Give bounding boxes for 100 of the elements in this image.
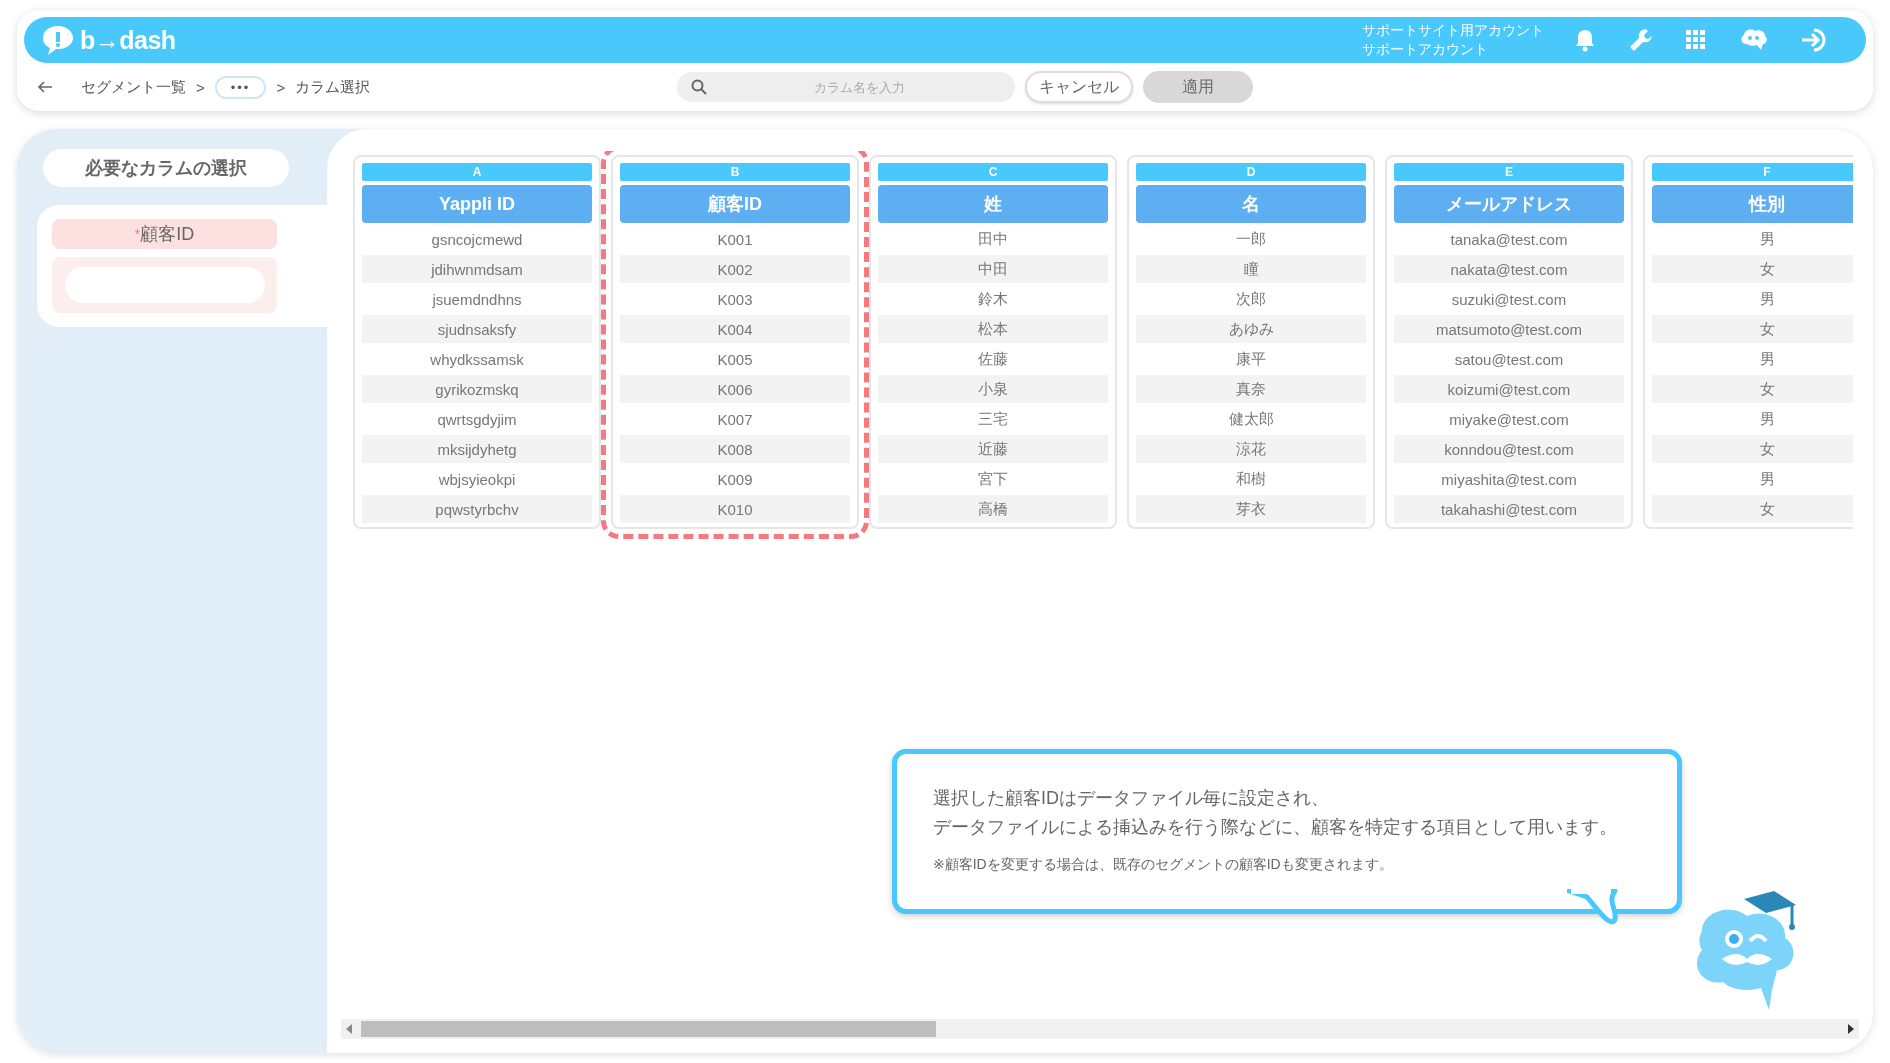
- scroll-left-icon[interactable]: [345, 1024, 353, 1034]
- table-cell: 高橋: [878, 495, 1108, 523]
- scrollbar-thumb[interactable]: [361, 1021, 936, 1037]
- grid-icon[interactable]: [1686, 30, 1706, 50]
- table-cell-text: 次郎: [1235, 288, 1267, 309]
- more-button[interactable]: •••: [214, 75, 267, 99]
- table-cell: 女: [1652, 255, 1853, 283]
- wrench-icon[interactable]: [1628, 27, 1654, 53]
- table-cell-text: K007: [716, 409, 754, 430]
- table-cell: 瞳: [1136, 255, 1366, 283]
- table-cell-text: 男: [1758, 468, 1776, 489]
- table-cell: 涼花: [1136, 435, 1366, 463]
- column-letter: F: [1652, 163, 1853, 181]
- table-cell-text: tanaka@test.com: [1449, 229, 1569, 250]
- table-cell: 中田: [878, 255, 1108, 283]
- table-cell-text: 田中: [977, 228, 1009, 249]
- table-cell: K008: [620, 435, 850, 463]
- table-cell: K010: [620, 495, 850, 523]
- column-header[interactable]: 性別: [1652, 185, 1853, 223]
- table-cell: 芽衣: [1136, 495, 1366, 523]
- table-cell-text: 三宅: [977, 408, 1009, 429]
- table-cell: 小泉: [878, 375, 1108, 403]
- column-header[interactable]: 名: [1136, 185, 1366, 223]
- table-cell-text: 男: [1758, 288, 1776, 309]
- table-cell-text: whydkssamsk: [429, 349, 525, 370]
- tooltip-note: ※顧客IDを変更する場合は、既存のセグメントの顧客IDも変更されます。: [933, 855, 1394, 874]
- speech-bubble-icon: [40, 24, 76, 56]
- column-letter: C: [878, 163, 1108, 181]
- scroll-right-icon[interactable]: [1847, 1024, 1855, 1034]
- table-cell-text: 一郎: [1235, 228, 1267, 249]
- column-header[interactable]: 姓: [878, 185, 1108, 223]
- table-cell: 女: [1652, 495, 1853, 523]
- column-letter: D: [1136, 163, 1366, 181]
- table-cell-text: 佐藤: [977, 348, 1009, 369]
- column-letter: A: [362, 163, 592, 181]
- breadcrumb-separator: >: [196, 78, 205, 96]
- breadcrumb-link[interactable]: セグメント一覧: [81, 77, 186, 97]
- table-cell: matsumoto@test.com: [1394, 315, 1624, 343]
- horizontal-scrollbar[interactable]: [341, 1019, 1859, 1039]
- table-cell: pqwstyrbchv: [362, 495, 592, 523]
- table-cell: gyrikozmskq: [362, 375, 592, 403]
- breadcrumb-current: カラム選択: [295, 77, 371, 97]
- table-cell-text: qwrtsgdyjim: [436, 409, 518, 430]
- bell-icon[interactable]: [1574, 28, 1596, 52]
- table-cell-text: jsuemdndhns: [431, 289, 523, 310]
- column-card[interactable]: D 名 一郎 瞳 次郎 あゆみ 康平 真奈 健太郎 涼花 和樹 芽衣: [1127, 155, 1375, 529]
- column-letter: E: [1394, 163, 1624, 181]
- tooltip-text: データファイルによる挿込みを行う際などに、顧客を特定する項目として用います。: [933, 816, 1618, 839]
- table-cell-text: K001: [716, 229, 754, 250]
- table-cell-text: gsncojcmewd: [430, 229, 524, 250]
- table-cell: 女: [1652, 375, 1853, 403]
- table-cell: 松本: [878, 315, 1108, 343]
- table-cell-text: miyake@test.com: [1448, 409, 1570, 430]
- table-cell: 女: [1652, 315, 1853, 343]
- table-cell-text: 鈴木: [977, 288, 1009, 309]
- table-cell: sjudnsaksfy: [362, 315, 592, 343]
- table-cell-text: 男: [1758, 348, 1776, 369]
- table-cell-text: 男: [1758, 408, 1776, 429]
- table-cell: K002: [620, 255, 850, 283]
- table-cell: 近藤: [878, 435, 1108, 463]
- column-card[interactable]: A Yappli ID gsncojcmewd jdihwnmdsam jsuemdndhns sjudnsaksfy whydkssamsk gyrikozmskq qwrtsgdyjim mksijdyhetg wbjsyieokpi pqwstyrbchv: [353, 155, 601, 529]
- table-cell-text: wbjsyieokpi: [437, 469, 517, 490]
- breadcrumb-separator: >: [276, 78, 286, 96]
- account-name: サポートサイト用アカウント: [1362, 21, 1544, 40]
- search-field[interactable]: カラム名を入力: [677, 72, 1015, 102]
- column-header[interactable]: 顧客ID: [620, 185, 850, 223]
- column-header[interactable]: Yappli ID: [362, 185, 592, 223]
- column-letter: B: [620, 163, 850, 181]
- table-cell: konndou@test.com: [1394, 435, 1624, 463]
- table-cell: K006: [620, 375, 850, 403]
- table-cell-text: 和樹: [1235, 468, 1267, 489]
- table-cell-text: satou@test.com: [1453, 349, 1565, 370]
- table-cell-text: K005: [716, 349, 754, 370]
- table-cell: jdihwnmdsam: [362, 255, 592, 283]
- table-cell: mksijdyhetg: [362, 435, 592, 463]
- panel-title: 必要なカラムの選択: [43, 149, 289, 187]
- column-card[interactable]: C 姓 田中 中田 鈴木 松本 佐藤 小泉 三宅 近藤 宮下 高橋: [869, 155, 1117, 529]
- table-cell: あゆみ: [1136, 315, 1366, 343]
- table-cell-text: K009: [716, 469, 754, 490]
- table-cell-text: 康平: [1235, 348, 1267, 369]
- table-cell: takahashi@test.com: [1394, 495, 1624, 523]
- table-cell-text: suzuki@test.com: [1450, 289, 1568, 310]
- column-header[interactable]: メールアドレス: [1394, 185, 1624, 223]
- table-cell-text: miyashita@test.com: [1440, 469, 1578, 490]
- table-cell: K004: [620, 315, 850, 343]
- table-cell-text: 男: [1758, 228, 1776, 249]
- table-cell: 女: [1652, 435, 1853, 463]
- back-arrow-icon[interactable]: [37, 80, 53, 94]
- table-cell: koizumi@test.com: [1394, 375, 1624, 403]
- tooltip-text: 選択した顧客IDはデータファイル毎に設定され、: [933, 787, 1330, 810]
- table-cell-text: K003: [716, 289, 754, 310]
- column-card[interactable]: F 性別 男 女 男 女 男 女 男 女 男 女: [1643, 155, 1853, 529]
- account-name: サポートアカウント: [1362, 40, 1489, 59]
- table-cell: nakata@test.com: [1394, 255, 1624, 283]
- cancel-button[interactable]: キャンセル: [1025, 71, 1133, 103]
- column-card[interactable]: E メールアドレス tanaka@test.com nakata@test.com suzuki@test.com matsumoto@test.com satou@test.com koizumi@test.com miyake@test.com konndou@test.com miyashita@test.com takahashi@test.com: [1385, 155, 1633, 529]
- table-cell: 真奈: [1136, 375, 1366, 403]
- logo-text: b→dash: [80, 25, 176, 55]
- table-cell-text: 健太郎: [1227, 408, 1275, 429]
- table-cell-text: 宮下: [977, 468, 1009, 489]
